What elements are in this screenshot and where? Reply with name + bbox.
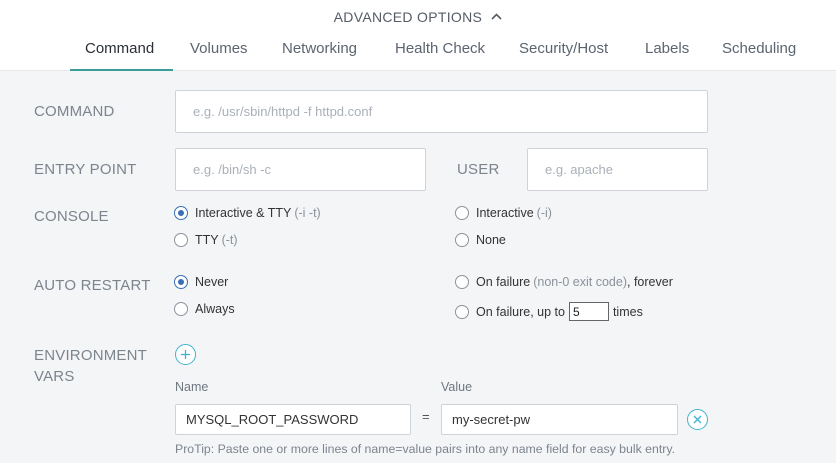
advanced-options-toggle[interactable]: ADVANCED OPTIONS <box>0 9 836 25</box>
console-none-option[interactable]: None <box>455 233 506 247</box>
tab-scheduling[interactable]: Scheduling <box>722 38 796 71</box>
command-input[interactable] <box>175 90 708 133</box>
env-value-header: Value <box>441 380 473 394</box>
environment-vars-label-line2: VARS <box>34 368 75 385</box>
console-tty-option[interactable]: TTY (-t) <box>174 233 238 247</box>
chevron-up-icon <box>491 11 502 23</box>
environment-vars-label-line1: ENVIRONMENT <box>34 347 148 364</box>
plus-icon <box>181 350 190 359</box>
tab-networking[interactable]: Networking <box>282 38 357 71</box>
tab-security-host[interactable]: Security/Host <box>519 38 608 71</box>
console-interactive-tty-option[interactable]: Interactive & TTY (-i -t) <box>174 206 321 220</box>
option-label: Always <box>195 302 235 316</box>
option-label: Interactive <box>476 206 534 220</box>
tab-volumes[interactable]: Volumes <box>190 38 248 71</box>
option-hint: (non-0 exit code) <box>533 275 628 289</box>
option-label: On failure <box>476 275 531 289</box>
tab-health-check[interactable]: Health Check <box>395 38 485 71</box>
option-label: Never <box>195 275 229 289</box>
option-suffix: , forever <box>627 275 673 289</box>
remove-env-var-button[interactable] <box>687 409 708 430</box>
radio-selected-icon[interactable] <box>174 275 188 289</box>
env-name-header: Name <box>175 380 209 394</box>
radio-icon[interactable] <box>455 206 469 220</box>
tab-labels[interactable]: Labels <box>645 38 689 71</box>
option-label: None <box>476 233 506 247</box>
environment-vars-label: ENVIRONMENT VARS <box>34 345 147 387</box>
radio-icon[interactable] <box>174 233 188 247</box>
option-suffix: times <box>612 304 643 319</box>
restart-always-option[interactable]: Always <box>174 302 235 316</box>
tab-command[interactable]: Command <box>85 38 154 71</box>
console-interactive-option[interactable]: Interactive (-i) <box>455 206 552 220</box>
option-label: On failure, up to <box>476 304 565 319</box>
option-label: TTY <box>195 233 219 247</box>
option-hint: (-i -t) <box>294 206 321 220</box>
auto-restart-label: AUTO RESTART <box>34 277 151 294</box>
protip-text: ProTip: Paste one or more lines of name=… <box>175 442 675 456</box>
max-retry-count-input[interactable] <box>568 302 609 321</box>
add-env-var-button[interactable] <box>175 344 196 365</box>
restart-on-failure-upto-option[interactable]: On failure, up to times <box>455 302 643 321</box>
tab-header: ADVANCED OPTIONS Command Volumes Network… <box>0 0 836 71</box>
advanced-options-label: ADVANCED OPTIONS <box>333 9 483 25</box>
radio-icon[interactable] <box>455 233 469 247</box>
env-value-input[interactable] <box>441 404 678 435</box>
active-tab-indicator <box>70 69 173 71</box>
restart-on-failure-forever-option[interactable]: On failure (non-0 exit code) , forever <box>455 275 673 289</box>
env-name-input[interactable] <box>175 404 411 435</box>
user-input[interactable] <box>527 148 708 191</box>
radio-icon[interactable] <box>455 275 469 289</box>
entry-point-input[interactable] <box>175 148 426 191</box>
radio-icon[interactable] <box>174 302 188 316</box>
close-icon <box>693 415 702 424</box>
console-label: CONSOLE <box>34 208 109 225</box>
radio-icon[interactable] <box>455 304 469 319</box>
equals-sign: = <box>422 409 430 424</box>
restart-never-option[interactable]: Never <box>174 275 228 289</box>
command-label: COMMAND <box>34 103 115 120</box>
user-label: USER <box>457 161 500 178</box>
entry-point-label: ENTRY POINT <box>34 161 137 178</box>
radio-selected-icon[interactable] <box>174 206 188 220</box>
option-label: Interactive & TTY <box>195 206 292 220</box>
option-hint: (-i) <box>536 206 552 220</box>
option-hint: (-t) <box>221 233 238 247</box>
